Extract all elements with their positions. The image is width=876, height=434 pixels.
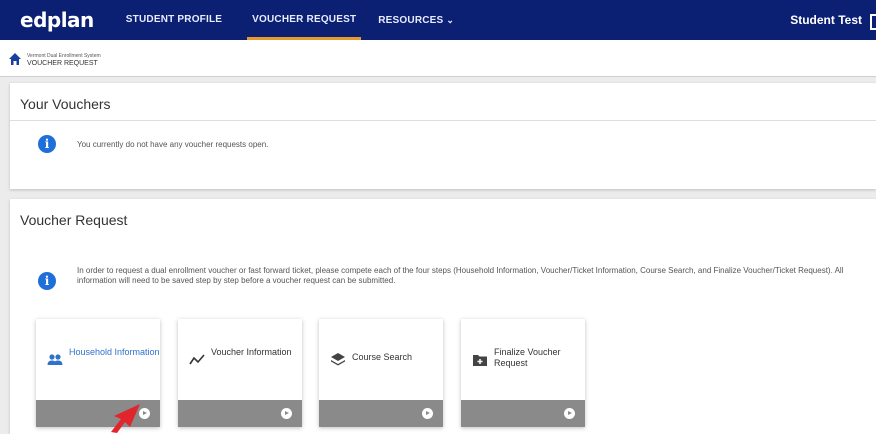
your-vouchers-panel: Your Vouchers i You currently do not hav… xyxy=(10,83,876,189)
people-icon xyxy=(47,354,63,365)
folder-plus-icon xyxy=(473,355,487,366)
breadcrumb: Vermont Dual Enrollment System VOUCHER R… xyxy=(0,40,876,77)
step-label: Finalize Voucher Request xyxy=(494,347,561,368)
info-icon: i xyxy=(38,272,56,290)
step-voucher-information-card[interactable]: Voucher Information xyxy=(178,319,302,427)
no-vouchers-message: You currently do not have any voucher re… xyxy=(77,140,269,149)
voucher-request-title: Voucher Request xyxy=(20,212,128,228)
nav-resources-label: RESOURCES xyxy=(378,15,444,26)
nav-voucher-request[interactable]: VOUCHER REQUEST xyxy=(247,0,362,40)
play-circle-icon[interactable] xyxy=(564,408,575,419)
voucher-request-instructions: In order to request a dual enrollment vo… xyxy=(77,266,844,285)
card-footer xyxy=(319,400,443,427)
card-footer xyxy=(178,400,302,427)
logout-icon[interactable] xyxy=(870,14,876,30)
info-icon: i xyxy=(38,135,56,153)
card-footer xyxy=(461,400,585,427)
breadcrumb-current: VOUCHER REQUEST xyxy=(27,60,98,67)
layers-icon xyxy=(331,353,345,366)
trend-line-icon xyxy=(189,354,205,365)
voucher-request-panel: Voucher Request i In order to request a … xyxy=(10,199,876,434)
step-label: Household Information xyxy=(69,347,160,357)
breadcrumb-system[interactable]: Vermont Dual Enrollment System xyxy=(27,53,101,59)
user-name[interactable]: Student Test xyxy=(790,0,862,40)
nav-resources[interactable]: RESOURCES ⌄ xyxy=(378,0,454,40)
step-course-search-card[interactable]: Course Search xyxy=(319,319,443,427)
red-pointer-arrow-icon xyxy=(111,404,140,433)
home-icon[interactable] xyxy=(8,52,22,66)
panel-divider xyxy=(10,120,876,121)
play-circle-icon[interactable] xyxy=(281,408,292,419)
your-vouchers-title: Your Vouchers xyxy=(20,96,111,112)
top-navigation-bar: edplan STUDENT PROFILE VOUCHER REQUEST R… xyxy=(0,0,876,40)
step-label: Course Search xyxy=(352,352,413,362)
step-finalize-voucher-request-card[interactable]: Finalize Voucher Request xyxy=(461,319,585,427)
play-circle-icon[interactable] xyxy=(422,408,433,419)
nav-student-profile[interactable]: STUDENT PROFILE xyxy=(126,0,222,40)
chevron-down-icon: ⌄ xyxy=(446,15,455,25)
step-label: Voucher Information xyxy=(211,347,292,357)
edplan-logo[interactable]: edplan xyxy=(20,8,94,32)
